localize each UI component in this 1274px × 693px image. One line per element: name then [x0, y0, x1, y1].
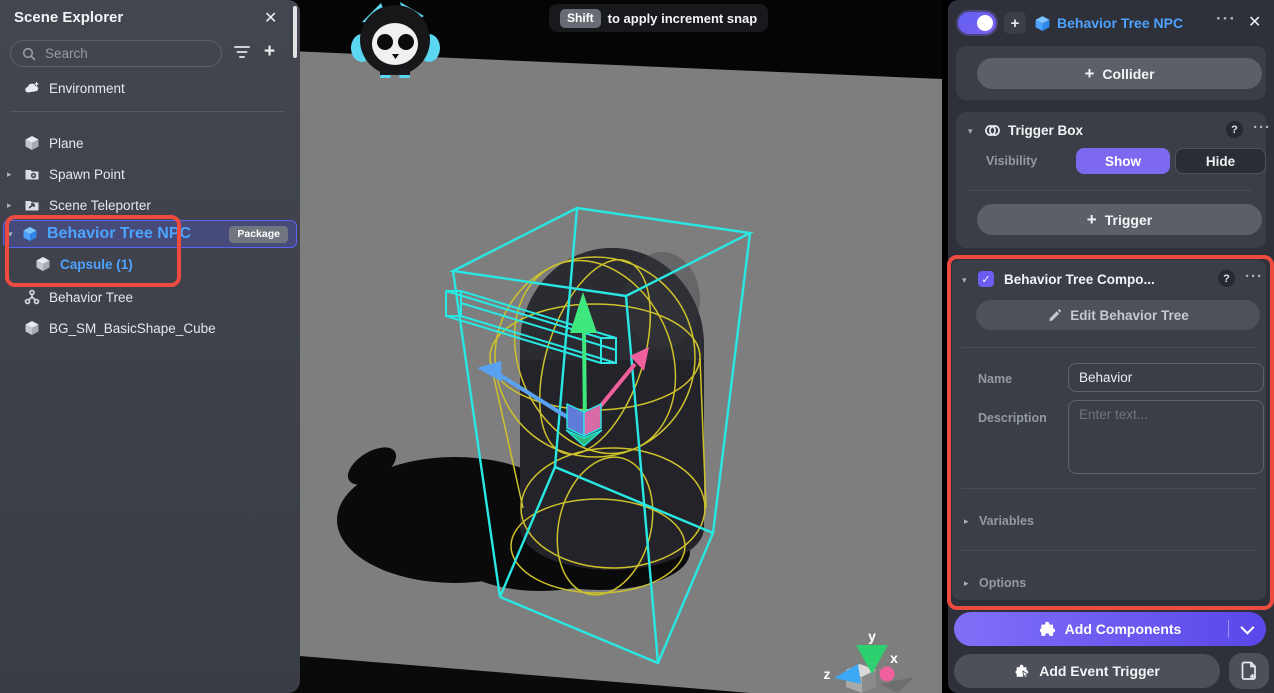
teleporter-icon: [24, 197, 40, 213]
visibility-hide-button[interactable]: Hide: [1175, 148, 1266, 174]
search-input[interactable]: [43, 45, 177, 62]
close-icon[interactable]: ✕: [264, 8, 277, 28]
collider-card: + Collider: [956, 46, 1266, 100]
tree-item-environment[interactable]: Environment: [0, 77, 298, 99]
help-icon[interactable]: ?: [1218, 270, 1235, 287]
inspector-title: Behavior Tree NPC: [1057, 15, 1183, 31]
behavior-tree-icon: [24, 289, 40, 305]
chevron-right-icon[interactable]: ▸: [7, 200, 12, 211]
plus-icon: +: [1087, 210, 1097, 230]
close-icon[interactable]: ✕: [1248, 12, 1261, 32]
tree-item-label: Environment: [49, 81, 125, 96]
pencil-icon: [1047, 308, 1062, 323]
more-icon[interactable]: ···: [1216, 9, 1236, 29]
cube-icon: [35, 256, 51, 272]
chevron-down-icon[interactable]: ▾: [8, 229, 13, 240]
plus-icon: +: [1084, 64, 1094, 84]
tooltip-text: to apply increment snap: [608, 11, 758, 26]
toggle-knob: [977, 15, 993, 31]
axis-label-z: z: [824, 666, 831, 682]
options-section-header[interactable]: Options: [979, 576, 1026, 590]
tree-item-spawn-point[interactable]: ▸ Spawn Point: [0, 163, 298, 185]
description-input[interactable]: [1068, 400, 1264, 474]
visibility-show-button[interactable]: Show: [1076, 148, 1170, 174]
search-icon: [22, 47, 36, 61]
package-badge: Package: [229, 226, 288, 243]
environment-icon: [24, 80, 40, 96]
section-title: Trigger Box: [1008, 123, 1083, 138]
divider: [962, 488, 1256, 489]
gizmo-axis-x-cone[interactable]: [880, 667, 895, 682]
component-enabled-checkbox[interactable]: ✓: [978, 271, 994, 287]
active-toggle[interactable]: [958, 12, 996, 34]
tree-item-label: Capsule (1): [60, 257, 133, 272]
header-plus-button[interactable]: +: [1004, 12, 1026, 34]
tree-item-label: BG_SM_BasicShape_Cube: [49, 321, 216, 336]
event-trigger-icon: [1014, 663, 1030, 679]
paste-component-button[interactable]: [1229, 653, 1269, 689]
help-icon[interactable]: ?: [1226, 121, 1243, 138]
trigger-box-icon: [984, 122, 1001, 139]
chevron-down-icon[interactable]: ▾: [968, 126, 973, 137]
scene-explorer-panel: Scene Explorer ✕ + Environment: [0, 0, 300, 693]
add-object-button[interactable]: +: [264, 41, 275, 63]
section-title: Behavior Tree Compo...: [1004, 272, 1155, 287]
shift-keycap: Shift: [560, 9, 601, 28]
tree-item-label: Scene Teleporter: [49, 198, 151, 213]
divider: [962, 550, 1256, 551]
viewport-3d-canvas[interactable]: y z x: [290, 0, 942, 693]
button-divider: [1228, 620, 1229, 638]
tree-item-behavior-tree[interactable]: Behavior Tree: [0, 286, 298, 308]
divider: [970, 190, 1252, 191]
behavior-tree-component-card: ▾ ✓ Behavior Tree Compo... ? ··· Edit Be…: [952, 260, 1266, 600]
divider: [10, 111, 284, 112]
tree-item-plane[interactable]: Plane: [0, 132, 298, 154]
add-event-trigger-button[interactable]: Add Event Trigger: [954, 654, 1220, 688]
cube-icon-blue: [22, 226, 38, 242]
snap-tooltip: Shift to apply increment snap: [549, 4, 768, 32]
variables-section-header[interactable]: Variables: [979, 514, 1034, 528]
chevron-right-icon[interactable]: ▸: [964, 516, 969, 527]
divider: [962, 347, 1256, 348]
chevron-right-icon[interactable]: ▸: [7, 169, 12, 180]
tree-item-capsule[interactable]: Capsule (1): [0, 253, 298, 275]
chevron-down-icon[interactable]: [1240, 621, 1254, 635]
tree-item-label: Plane: [49, 136, 84, 151]
chevron-down-icon[interactable]: ▾: [962, 275, 967, 286]
chevron-right-icon[interactable]: ▸: [964, 578, 969, 589]
cube-icon: [24, 320, 40, 336]
axis-label-y: y: [868, 628, 876, 644]
spawn-point-icon: [24, 166, 40, 182]
edit-behavior-tree-button[interactable]: Edit Behavior Tree: [976, 300, 1260, 330]
cube-icon: [24, 135, 40, 151]
tree-item-label: Behavior Tree NPC: [47, 225, 191, 243]
tree-item-label: Spawn Point: [49, 167, 125, 182]
cube-icon-blue: [1034, 15, 1051, 32]
filter-icon[interactable]: [233, 45, 251, 59]
tree-item-behavior-tree-npc[interactable]: ▾ Behavior Tree NPC Package: [3, 220, 297, 248]
description-label: Description: [978, 411, 1047, 425]
tree-item-bg-cube[interactable]: BG_SM_BasicShape_Cube: [0, 317, 298, 339]
add-trigger-button[interactable]: + Trigger: [977, 204, 1262, 235]
more-icon[interactable]: ···: [1253, 119, 1271, 136]
puzzle-icon: [1039, 621, 1056, 638]
app-window: y z x Shift to apply increment snap Scen…: [0, 0, 1274, 693]
panel-title: Scene Explorer: [14, 9, 123, 26]
add-components-button[interactable]: Add Components: [954, 612, 1266, 646]
document-add-icon: [1240, 661, 1258, 681]
search-box[interactable]: [10, 40, 222, 67]
axis-label-x: x: [890, 650, 898, 666]
tree-item-label: Behavior Tree: [49, 290, 133, 305]
add-collider-button[interactable]: + Collider: [977, 58, 1262, 89]
name-input[interactable]: [1068, 363, 1264, 392]
name-label: Name: [978, 372, 1012, 386]
visibility-label: Visibility: [986, 154, 1037, 168]
more-icon[interactable]: ···: [1245, 268, 1263, 285]
scrollbar-thumb[interactable]: [293, 6, 297, 58]
trigger-box-card: ▾ Trigger Box ? ··· Visibility Show Hide…: [956, 112, 1266, 248]
tree-item-scene-teleporter[interactable]: ▸ Scene Teleporter: [0, 194, 298, 216]
